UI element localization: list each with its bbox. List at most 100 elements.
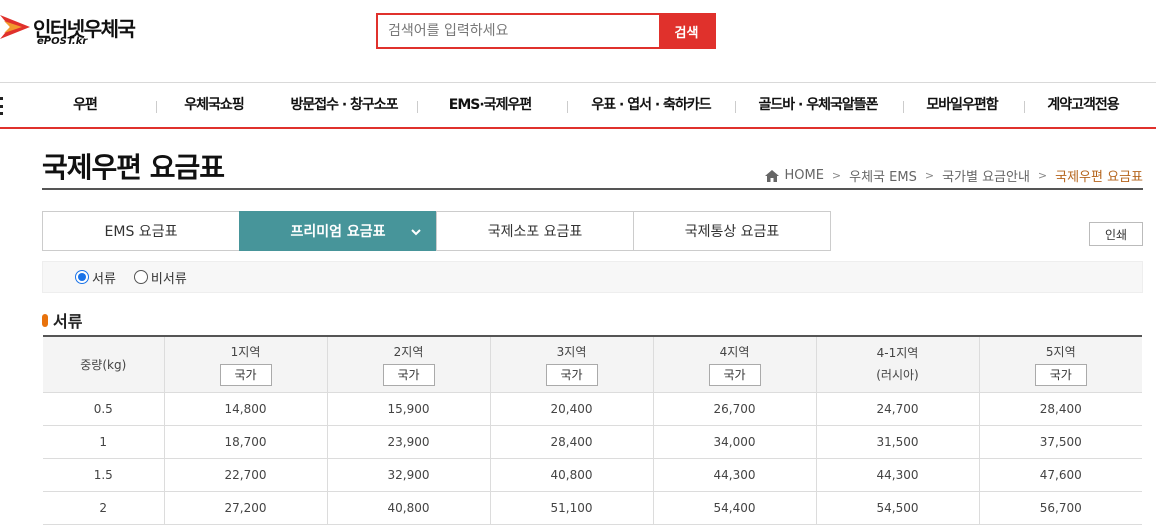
tab-label: 국제통상 요금표	[684, 224, 780, 240]
zone-name: 4지역	[719, 344, 750, 359]
price-cell: 54,400	[652, 491, 816, 525]
table-row: 0.5 14,800 15,900 20,400 26,700 24,700 2…	[43, 392, 1142, 426]
tab-label: EMS 요금표	[104, 224, 178, 240]
gnb-item-mail[interactable]: 우편	[73, 83, 98, 127]
zone-name: 5지역	[1045, 344, 1076, 359]
search-input[interactable]	[378, 15, 659, 47]
breadcrumb-home[interactable]: HOME	[784, 168, 823, 183]
price-cell: 14,800	[163, 392, 327, 426]
weight-cell: 0.5	[43, 392, 164, 426]
price-cell: 18,700	[163, 425, 327, 459]
price-cell: 54,500	[815, 491, 979, 525]
bullet-icon	[42, 313, 48, 327]
logo-subtitle: ePOST.kr	[37, 36, 88, 47]
price-cell: 20,400	[489, 392, 653, 426]
country-button[interactable]: 국가	[708, 363, 761, 386]
tab-ems[interactable]: EMS 요금표	[42, 211, 240, 251]
chevron-right-icon: >	[1037, 169, 1048, 182]
gnb-divider	[903, 101, 904, 113]
gnb-divider	[735, 101, 736, 113]
tab-label: 국제소포 요금표	[487, 224, 583, 240]
country-button[interactable]: 국가	[382, 363, 435, 386]
document-type-filter: 서류 비서류	[42, 261, 1143, 293]
tab-letter[interactable]: 국제통상 요금표	[633, 211, 831, 251]
price-cell: 28,400	[489, 425, 653, 459]
page-title: 국제우편 요금표	[42, 151, 225, 184]
gnb-item-parcel[interactable]: 방문접수 · 창구소포	[290, 83, 398, 127]
country-button[interactable]: 국가	[545, 363, 598, 386]
price-cell: 27,200	[163, 491, 327, 525]
breadcrumb-ems[interactable]: 우체국 EMS	[849, 166, 917, 185]
title-divider	[42, 188, 1143, 190]
zone-header: 5지역 국가	[978, 336, 1142, 393]
zone-header: 3지역 국가	[489, 336, 653, 393]
price-cell: 23,900	[326, 425, 490, 459]
price-cell: 51,100	[489, 491, 653, 525]
country-button[interactable]: 국가	[1034, 363, 1087, 386]
table-row: 2 27,200 40,800 51,100 54,400 54,500 56,…	[43, 491, 1142, 525]
zone-name: 3지역	[556, 344, 587, 359]
table-row: 1 18,700 23,900 28,400 34,000 31,500 37,…	[43, 425, 1142, 459]
gnb-divider	[417, 101, 418, 113]
chevron-right-icon: >	[831, 169, 842, 182]
gnb-divider	[156, 101, 157, 113]
weight-cell: 1	[43, 425, 164, 459]
main-navigation: 우편 우체국쇼핑 방문접수 · 창구소포 EMS·국제우편 우표 · 엽서 · …	[0, 82, 1156, 129]
search-bar: 검색	[376, 13, 716, 49]
gnb-item-goldbar[interactable]: 골드바 · 우체국알뜰폰	[759, 83, 879, 127]
price-cell: 40,800	[489, 458, 653, 492]
price-cell: 44,300	[815, 458, 979, 492]
gnb-item-contract[interactable]: 계약고객전용	[1047, 83, 1119, 127]
price-cell: 40,800	[326, 491, 490, 525]
price-cell: 24,700	[815, 392, 979, 426]
epost-logo[interactable]: 인터넷우체국 ePOST.kr	[0, 11, 160, 51]
radio-label: 서류	[92, 271, 116, 287]
breadcrumb: HOME > 우체국 EMS > 국가별 요금안내 > 국제우편 요금표	[765, 166, 1143, 185]
tab-premium[interactable]: 프리미엄 요금표	[239, 211, 437, 251]
zone-name: 4-1지역	[876, 345, 919, 360]
zone-header: 1지역 국가	[163, 336, 327, 393]
gnb-item-ems[interactable]: EMS·국제우편	[449, 83, 532, 127]
radio-checked-icon	[75, 270, 89, 284]
weight-cell: 2	[43, 491, 164, 525]
menu-icon[interactable]	[0, 97, 4, 115]
weight-header: 중량(kg)	[43, 336, 164, 393]
table-header-row: 중량(kg) 1지역 국가 2지역 국가 3지역 국가 4지역 국가 4-1지역…	[43, 336, 1142, 393]
price-cell: 22,700	[163, 458, 327, 492]
home-icon	[765, 169, 780, 182]
table-row: 1.5 22,700 32,900 40,800 44,300 44,300 4…	[43, 458, 1142, 492]
price-cell: 31,500	[815, 425, 979, 459]
breadcrumb-rates[interactable]: 국가별 요금안내	[942, 166, 1030, 185]
epost-logo-icon	[0, 15, 30, 39]
zone-name: 2지역	[393, 344, 424, 359]
gnb-item-stamps[interactable]: 우표 · 엽서 · 축하카드	[591, 83, 711, 127]
rate-table: 중량(kg) 1지역 국가 2지역 국가 3지역 국가 4지역 국가 4-1지역…	[43, 335, 1142, 525]
weight-cell: 1.5	[43, 458, 164, 492]
price-cell: 44,300	[652, 458, 816, 492]
rate-tabs: EMS 요금표 프리미엄 요금표 국제소포 요금표 국제통상 요금표	[42, 211, 831, 251]
search-button[interactable]: 검색	[659, 15, 714, 47]
price-cell: 32,900	[326, 458, 490, 492]
radio-non-document[interactable]: 비서류	[133, 268, 187, 287]
zone-header: 4지역 국가	[652, 336, 816, 393]
section-title-text: 서류	[53, 312, 83, 331]
country-button[interactable]: 국가	[219, 363, 272, 386]
price-cell: 28,400	[978, 392, 1142, 426]
section-title: 서류	[42, 308, 82, 332]
zone-header: 2지역 국가	[326, 336, 490, 393]
price-cell: 37,500	[978, 425, 1142, 459]
price-cell: 26,700	[652, 392, 816, 426]
tab-parcel[interactable]: 국제소포 요금표	[436, 211, 634, 251]
zone-header: 4-1지역 (러시아)	[815, 336, 979, 393]
radio-document[interactable]: 서류	[75, 268, 116, 287]
radio-label: 비서류	[150, 271, 187, 287]
print-button[interactable]: 인쇄	[1089, 222, 1143, 246]
radio-unchecked-icon	[133, 270, 148, 284]
chevron-right-icon: >	[924, 169, 935, 182]
price-cell: 47,600	[978, 458, 1142, 492]
price-cell: 34,000	[652, 425, 816, 459]
gnb-item-mobile-mailbox[interactable]: 모바일우편함	[926, 83, 998, 127]
gnb-item-shopping[interactable]: 우체국쇼핑	[184, 83, 244, 127]
gnb-divider	[567, 101, 568, 113]
zone-subtitle: (러시아)	[876, 367, 919, 382]
